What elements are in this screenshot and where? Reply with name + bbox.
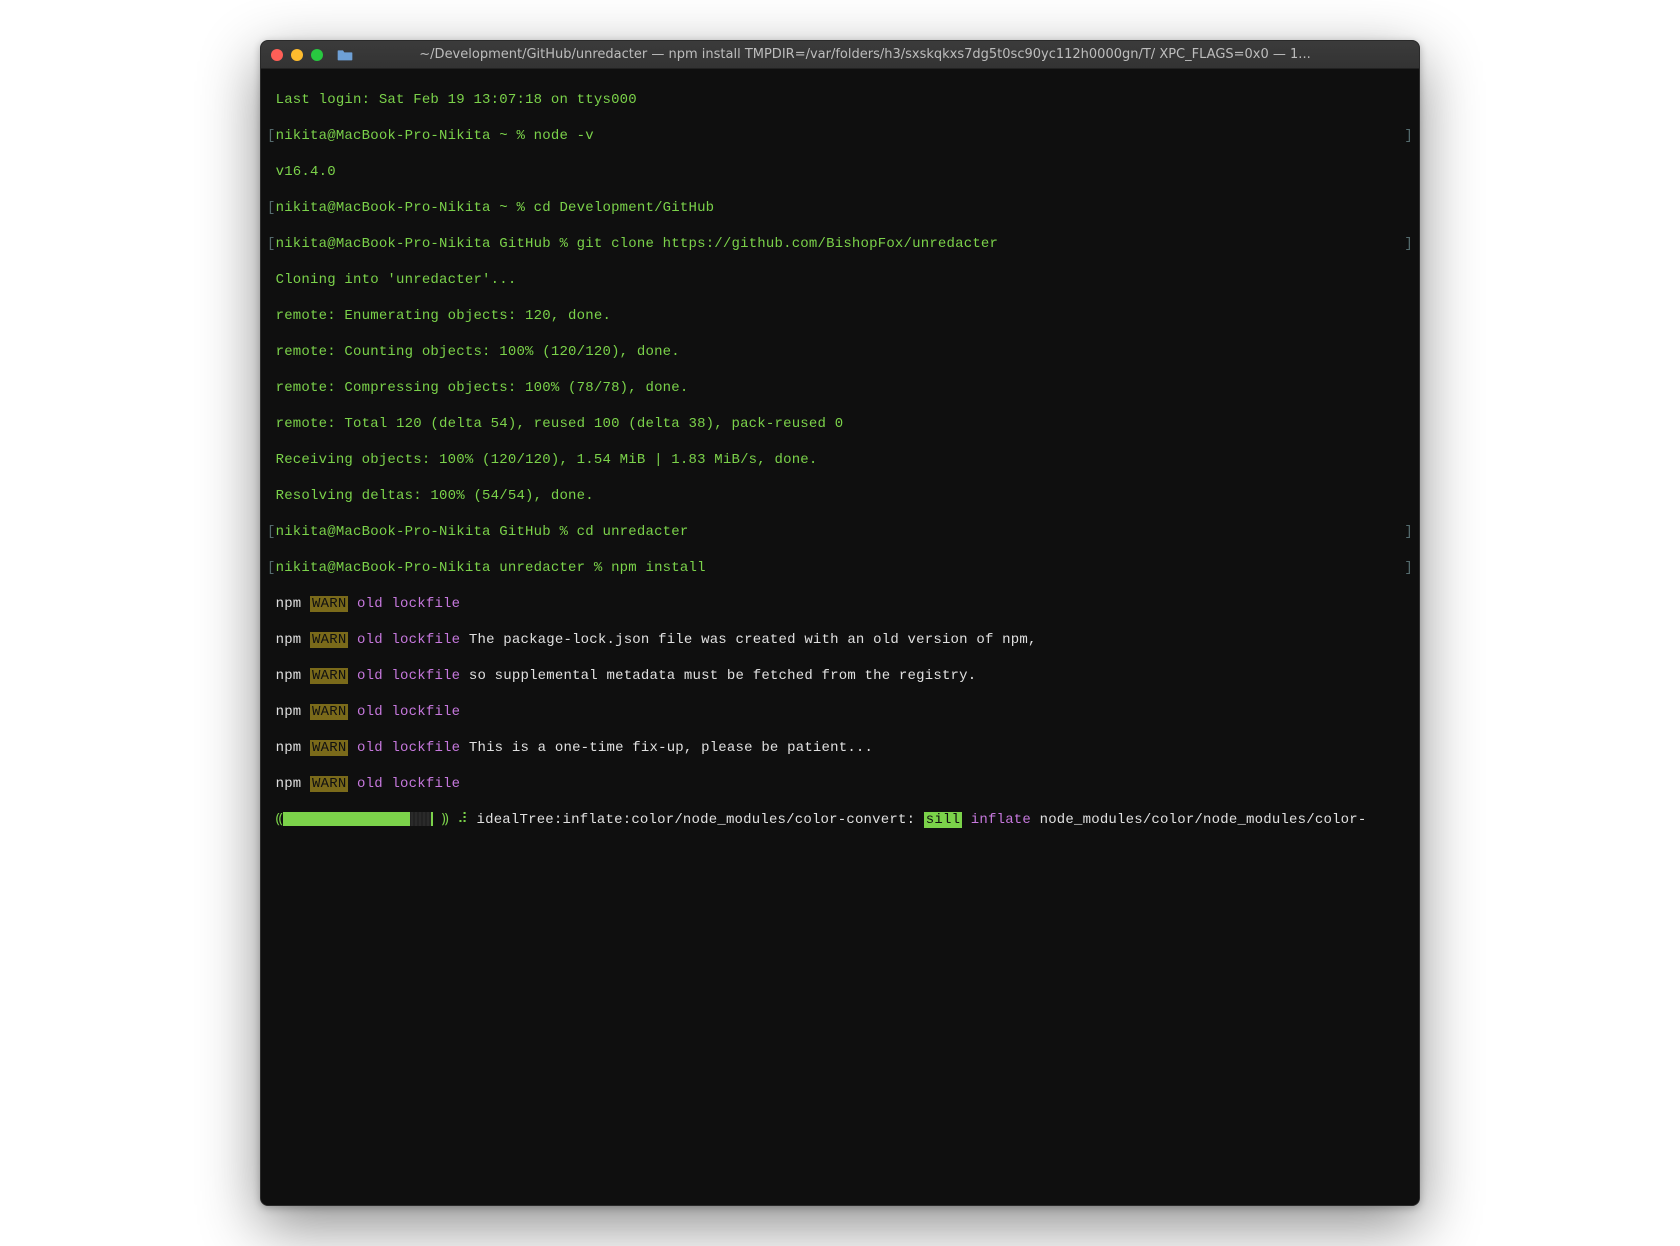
npm-label: npm <box>276 632 302 648</box>
clone-output: Cloning into 'unredacter'... <box>267 271 1413 289</box>
command-cd-dev: cd Development/GitHub <box>534 200 715 216</box>
window-title: ~/Development/GitHub/unredacter — npm in… <box>321 47 1409 62</box>
bracket-open: [ <box>267 236 276 252</box>
titlebar[interactable]: ~/Development/GitHub/unredacter — npm in… <box>261 41 1419 69</box>
command-npm-install: npm install <box>611 560 706 576</box>
bracket-close: ] <box>1404 127 1413 145</box>
node-version-line: v16.4.0 <box>267 163 1413 181</box>
progress-label: idealTree:inflate:color/node_modules/col… <box>477 812 916 828</box>
warn-msg-2: so supplemental metadata must be fetched… <box>460 668 976 684</box>
compressing: remote: Compressing objects: 100% (78/78… <box>276 380 689 396</box>
old-lockfile: old lockfile <box>348 740 460 756</box>
old-lockfile: old lockfile <box>348 776 460 792</box>
bracket-open: [ <box>267 524 276 540</box>
npm-warn-line: npm WARN old lockfile <box>267 595 1413 613</box>
npm-warn-line: npm WARN old lockfile <box>267 775 1413 793</box>
clone-into: Cloning into 'unredacter'... <box>276 272 517 288</box>
inflate-label: inflate <box>962 812 1039 828</box>
bracket-close: ] <box>1404 523 1413 541</box>
npm-label: npm <box>276 740 302 756</box>
command-cd-unredacter: cd unredacter <box>577 524 689 540</box>
prompt-3: nikita@MacBook-Pro-Nikita GitHub % <box>276 236 577 252</box>
clone-output: remote: Counting objects: 100% (120/120)… <box>267 343 1413 361</box>
npm-warn-line: npm WARN old lockfile This is a one-time… <box>267 739 1413 757</box>
npm-label: npm <box>276 668 302 684</box>
npm-warn-line: npm WARN old lockfile The package-lock.j… <box>267 631 1413 649</box>
progress-bar <box>283 812 433 826</box>
total: remote: Total 120 (delta 54), reused 100… <box>276 416 844 432</box>
traffic-lights <box>271 49 323 61</box>
prompt-line: [nikita@MacBook-Pro-Nikita GitHub % cd u… <box>267 523 1413 541</box>
progress-fill <box>285 812 411 826</box>
bracket-open: [ <box>267 560 276 576</box>
command-git-clone: git clone https://github.com/BishopFox/u… <box>577 236 998 252</box>
sill-badge: sill <box>924 812 962 828</box>
old-lockfile: old lockfile <box>348 704 460 720</box>
warn-msg-1: The package-lock.json file was created w… <box>460 632 1036 648</box>
old-lockfile: old lockfile <box>348 632 460 648</box>
resolving: Resolving deltas: 100% (54/54), done. <box>276 488 594 504</box>
terminal-window: ~/Development/GitHub/unredacter — npm in… <box>260 40 1420 1206</box>
terminal-output[interactable]: Last login: Sat Feb 19 13:07:18 on ttys0… <box>261 69 1419 1205</box>
old-lockfile: old lockfile <box>348 668 460 684</box>
bracket-open: [ <box>267 200 276 216</box>
receiving: Receiving objects: 100% (120/120), 1.54 … <box>276 452 818 468</box>
close-icon[interactable] <box>271 49 283 61</box>
bracket-close: ] <box>1404 235 1413 253</box>
minimize-icon[interactable] <box>291 49 303 61</box>
npm-label: npm <box>276 596 302 612</box>
clone-output: remote: Enumerating objects: 120, done. <box>267 307 1413 325</box>
prompt-line: [nikita@MacBook-Pro-Nikita ~ % cd Develo… <box>267 199 1413 217</box>
npm-warn-line: npm WARN old lockfile so supplemental me… <box>267 667 1413 685</box>
counting: remote: Counting objects: 100% (120/120)… <box>276 344 680 360</box>
node-version: v16.4.0 <box>276 164 336 180</box>
last-login-text: Last login: Sat Feb 19 13:07:18 on ttys0… <box>276 92 637 108</box>
warn-badge: WARN <box>310 704 348 720</box>
prompt-4: nikita@MacBook-Pro-Nikita GitHub % <box>276 524 577 540</box>
clone-output: Receiving objects: 100% (120/120), 1.54 … <box>267 451 1413 469</box>
clone-output: remote: Compressing objects: 100% (78/78… <box>267 379 1413 397</box>
command-node-v: node -v <box>534 128 594 144</box>
prompt-line: [nikita@MacBook-Pro-Nikita unredacter % … <box>267 559 1413 577</box>
bracket-close: ] <box>1404 559 1413 577</box>
npm-label: npm <box>276 776 302 792</box>
old-lockfile: old lockfile <box>348 596 460 612</box>
warn-badge: WARN <box>310 596 348 612</box>
warn-badge: WARN <box>310 632 348 648</box>
clone-output: remote: Total 120 (delta 54), reused 100… <box>267 415 1413 433</box>
enumerating: remote: Enumerating objects: 120, done. <box>276 308 611 324</box>
prompt-1: nikita@MacBook-Pro-Nikita ~ % <box>276 128 534 144</box>
prompt-2: nikita@MacBook-Pro-Nikita ~ % <box>276 200 534 216</box>
progress-open-icon: ⸨ <box>276 812 283 828</box>
bracket-open: [ <box>267 128 276 144</box>
last-login-line: Last login: Sat Feb 19 13:07:18 on ttys0… <box>267 91 1413 109</box>
inflate-path: node_modules/color/node_modules/color- <box>1040 812 1367 828</box>
warn-msg-3: This is a one-time fix-up, please be pat… <box>460 740 873 756</box>
prompt-line: [nikita@MacBook-Pro-Nikita ~ % node -v] <box>267 127 1413 145</box>
warn-badge: WARN <box>310 668 348 684</box>
clone-output: Resolving deltas: 100% (54/54), done. <box>267 487 1413 505</box>
npm-progress-line: ⸨ ⸩ ⠼ idealTree:inflate:color/node_modul… <box>267 811 1413 829</box>
prompt-5: nikita@MacBook-Pro-Nikita unredacter % <box>276 560 611 576</box>
warn-badge: WARN <box>310 776 348 792</box>
npm-label: npm <box>276 704 302 720</box>
prompt-line: [nikita@MacBook-Pro-Nikita GitHub % git … <box>267 235 1413 253</box>
npm-warn-line: npm WARN old lockfile <box>267 703 1413 721</box>
warn-badge: WARN <box>310 740 348 756</box>
spinner-icon: ⸩ ⠼ <box>433 812 477 828</box>
